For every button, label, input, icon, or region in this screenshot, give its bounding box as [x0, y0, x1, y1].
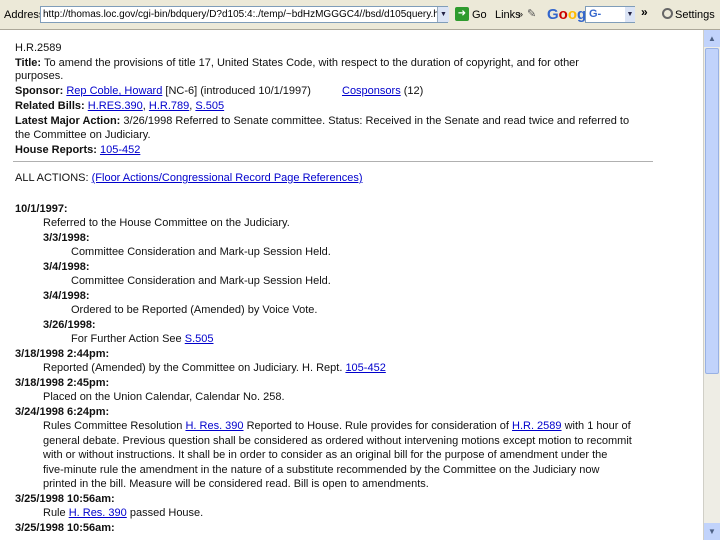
address-label: Address — [4, 9, 45, 21]
related-bill-link[interactable]: H.R.789 — [149, 100, 189, 112]
google-dropdown-icon[interactable]: ▼ — [625, 7, 635, 22]
sponsor-label: Sponsor: — [15, 85, 64, 97]
title-text-cont: purposes. — [15, 70, 64, 82]
subaction-text-pre: For Further Action See — [71, 333, 182, 345]
subaction-date: 3/4/1998: — [43, 290, 90, 302]
latest-action-row: Latest Major Action: 3/26/1998 Referred … — [15, 114, 629, 128]
resolution-link[interactable]: H. Res. 390 — [69, 507, 127, 519]
sponsor-link[interactable]: Rep Coble, Howard — [66, 85, 162, 97]
action-date: 3/18/1998 2:45pm: — [15, 377, 110, 389]
action-text: Referred to the House Committee on the J… — [43, 217, 290, 229]
subaction-date: 3/4/1998: — [43, 261, 90, 273]
action-text: Rules Committee Resolution H. Res. 390 R… — [43, 419, 631, 433]
action-text-cont: five-minute rule the amendment in the na… — [43, 464, 600, 476]
links-button[interactable]: Links — [495, 9, 521, 21]
all-actions-row: ALL ACTIONS: (Floor Actions/Congressiona… — [15, 171, 362, 185]
action-date: 3/18/1998 2:44pm: — [15, 348, 110, 360]
subaction-date: 3/26/1998: — [43, 319, 96, 331]
sponsor-row: Sponsor: Rep Coble, Howard [NC-6] (intro… — [15, 84, 311, 98]
google-logo-letter: o — [558, 6, 568, 23]
action-date: 3/25/1998 10:56am: — [15, 522, 115, 534]
scroll-thumb[interactable] — [705, 48, 719, 374]
ie-toolbar: Address http://thomas.loc.gov/cgi-bin/bd… — [0, 0, 720, 30]
related-bills-label: Related Bills: — [15, 100, 85, 112]
title-text: To amend the provisions of title 17, Uni… — [43, 57, 579, 69]
subaction-text: For Further Action See S.505 — [71, 332, 213, 346]
latest-action-text-cont: the Committee on Judiciary. — [15, 129, 151, 141]
further-action-link[interactable]: S.505 — [185, 333, 214, 345]
title-row: Title: To amend the provisions of title … — [15, 56, 579, 70]
action-text-post: with 1 hour of — [564, 420, 631, 432]
action-text-pre: Reported (Amended) by the Committee on J… — [43, 362, 343, 374]
subaction-text: Committee Consideration and Mark-up Sess… — [71, 246, 331, 258]
house-report-link[interactable]: 105-452 — [100, 144, 140, 156]
action-date: 10/1/1997: — [15, 203, 68, 215]
related-bill-link[interactable]: S.505 — [195, 100, 224, 112]
go-button[interactable]: Go — [472, 9, 487, 21]
cosponsors-link[interactable]: Cosponsors — [342, 85, 401, 97]
divider — [13, 161, 653, 162]
go-arrow-icon[interactable]: ➜ — [455, 7, 469, 21]
action-text-mid: Reported to House. Rule provides for con… — [246, 420, 509, 432]
house-report-link[interactable]: 105-452 — [345, 362, 385, 374]
all-actions-label: ALL ACTIONS: — [15, 172, 89, 184]
house-reports-label: House Reports: — [15, 144, 97, 156]
bill-number: H.R.2589 — [15, 42, 62, 54]
chevron-more-icon[interactable]: » — [641, 5, 648, 19]
page-content: H.R.2589 Title: To amend the provisions … — [0, 30, 703, 540]
sponsor-details: [NC-6] (introduced 10/1/1997) — [165, 85, 311, 97]
address-dropdown-icon[interactable]: ▼ — [437, 7, 449, 22]
action-text-post: passed House. — [129, 507, 204, 519]
google-logo-letter: o — [567, 6, 578, 23]
google-logo-letter: G — [547, 6, 559, 23]
bill-link[interactable]: H.R. 2589 — [512, 420, 562, 432]
action-text: Placed on the Union Calendar, Calendar N… — [43, 391, 285, 403]
links-dropdown-icon[interactable]: » — [518, 9, 523, 19]
related-bills-row: Related Bills: H.RES.390, H.R.789, S.505 — [15, 100, 225, 112]
subaction-text: Ordered to be Reported (Amended) by Voic… — [71, 304, 318, 316]
related-bill-link[interactable]: H.RES.390 — [88, 100, 143, 112]
cosponsors-count: (12) — [403, 85, 424, 97]
address-input[interactable]: http://thomas.loc.gov/cgi-bin/bdquery/D?… — [40, 6, 448, 23]
action-text-cont: with or without instructions. It shall b… — [43, 449, 608, 461]
scroll-down-arrow-icon[interactable]: ▼ — [704, 523, 720, 540]
action-text: Rule H. Res. 390 passed House. — [43, 506, 203, 520]
action-text-pre: Rules Committee Resolution — [43, 420, 183, 432]
subaction-text: Committee Consideration and Mark-up Sess… — [71, 275, 331, 287]
action-date: 3/25/1998 10:56am: — [15, 493, 115, 505]
pencil-icon[interactable]: ✎ — [527, 8, 537, 20]
action-text-cont: general debate. Previous question shall … — [43, 435, 632, 447]
latest-action-text: 3/26/1998 Referred to Senate committee. … — [123, 115, 630, 127]
latest-action-label: Latest Major Action: — [15, 115, 121, 127]
action-text-pre: Rule — [43, 507, 66, 519]
settings-button[interactable]: Settings — [675, 9, 715, 21]
house-reports-row: House Reports: 105-452 — [15, 143, 140, 157]
scroll-up-arrow-icon[interactable]: ▲ — [704, 30, 720, 47]
vertical-scrollbar[interactable]: ▲ ▼ — [703, 30, 720, 540]
action-text: Reported (Amended) by the Committee on J… — [43, 361, 386, 375]
floor-actions-link[interactable]: (Floor Actions/Congressional Record Page… — [92, 172, 363, 184]
action-text-cont: printed in the bill. Measure will be con… — [43, 478, 429, 490]
resolution-link[interactable]: H. Res. 390 — [185, 420, 243, 432]
gear-icon[interactable] — [662, 8, 673, 19]
subaction-date: 3/3/1998: — [43, 232, 90, 244]
action-date: 3/24/1998 6:24pm: — [15, 406, 110, 418]
cosponsors-row: Cosponsors (12) — [342, 84, 423, 98]
title-label: Title: — [15, 57, 42, 69]
